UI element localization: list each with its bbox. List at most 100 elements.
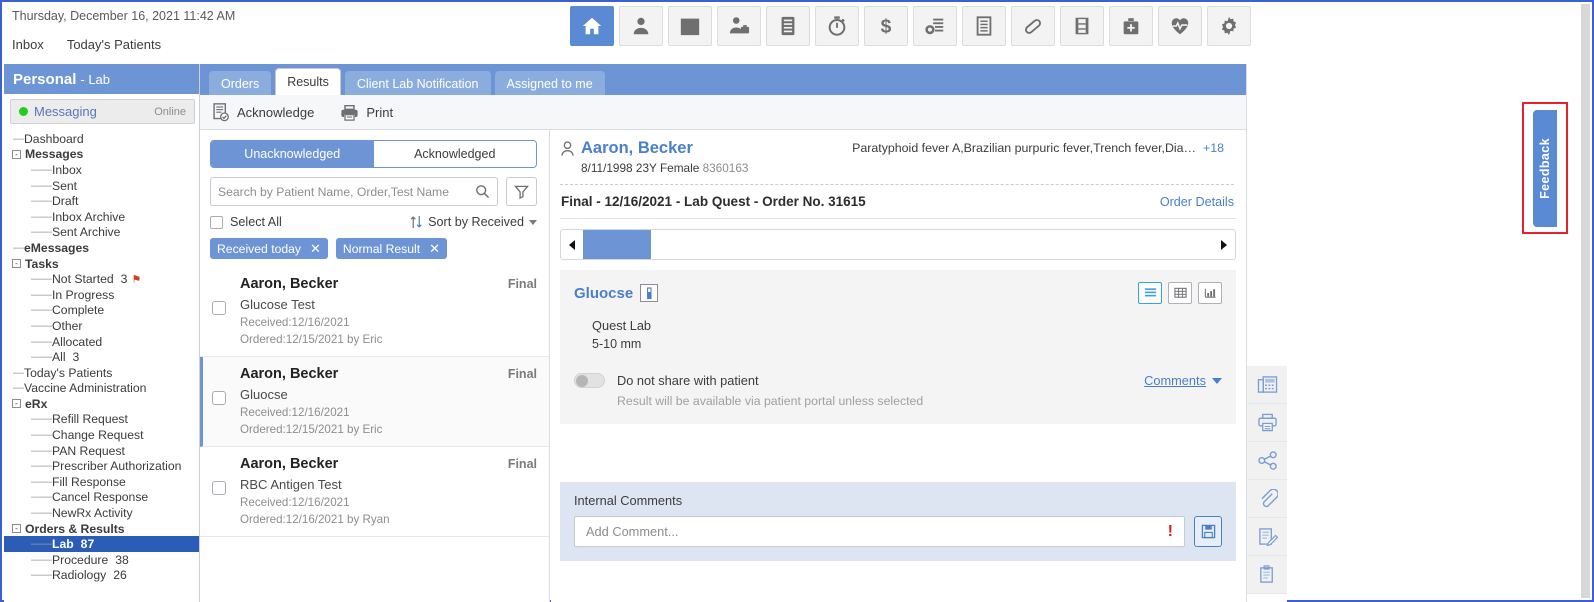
result-test-name[interactable]: Gluocse	[574, 285, 633, 302]
home-icon[interactable]	[570, 6, 614, 46]
share-icon[interactable]	[1247, 442, 1287, 480]
nav-link-inbox[interactable]: Inbox	[12, 37, 44, 52]
sidebar-item-sent[interactable]: —— Sent	[4, 178, 199, 194]
page-scrollbar[interactable]	[1581, 4, 1590, 598]
tab-results[interactable]: Results	[275, 68, 341, 95]
sidebar-item-erx[interactable]: - eRx	[4, 396, 199, 412]
list-view-icon[interactable]	[1138, 282, 1162, 304]
sort-by-control[interactable]: Sort by Received	[410, 215, 537, 229]
graph-view-icon[interactable]	[1198, 282, 1222, 304]
pill-icon[interactable]	[1011, 6, 1055, 46]
filter-chip[interactable]: Normal Result ✕	[335, 238, 448, 259]
tree-collapse-icon[interactable]: -	[12, 399, 21, 409]
tree-collapse-icon[interactable]: -	[12, 258, 21, 268]
fax-icon[interactable]	[1247, 366, 1287, 404]
filter-chip[interactable]: Received today ✕	[210, 238, 328, 259]
provider-icon[interactable]	[717, 6, 761, 46]
sidebar-item-lab[interactable]: —— Lab 87	[4, 536, 199, 553]
save-comment-button[interactable]	[1194, 516, 1222, 547]
close-icon[interactable]: ✕	[310, 242, 321, 255]
filter-button[interactable]	[506, 177, 537, 206]
vitals-icon[interactable]	[1158, 6, 1202, 46]
search-box[interactable]	[210, 177, 498, 206]
sidebar-item-procedure[interactable]: —— Procedure 38	[4, 552, 199, 568]
sidebar-item-orders-results[interactable]: - Orders & Results	[4, 521, 199, 537]
messaging-status-bar[interactable]: Messaging Online	[10, 99, 195, 124]
sidebar-item-newrx-activity[interactable]: —— NewRx Activity	[4, 505, 199, 521]
patient-name[interactable]: Aaron, Becker	[581, 139, 749, 158]
timer-icon[interactable]	[815, 6, 859, 46]
document-icon[interactable]	[962, 6, 1006, 46]
sidebar-item-inbox[interactable]: —— Inbox	[4, 162, 199, 178]
patient-icon[interactable]	[619, 6, 663, 46]
sidebar-item-complete[interactable]: —— Complete	[4, 303, 199, 319]
result-list-item[interactable]: Aaron, Becker Final Gluocse Received:12/16/…	[200, 357, 549, 447]
order-details-link[interactable]: Order Details	[1160, 195, 1234, 209]
comments-dropdown[interactable]: Comments	[1144, 373, 1222, 388]
diagnoses-more-count[interactable]: +18	[1203, 141, 1224, 155]
sidebar-item-change-request[interactable]: —— Change Request	[4, 427, 199, 443]
comment-input[interactable]	[586, 524, 1168, 539]
sidebar-item-allocated[interactable]: —— Allocated	[4, 334, 199, 350]
tab-client-lab-notification[interactable]: Client Lab Notification	[344, 71, 491, 95]
sidebar-item-not-started[interactable]: —— Not Started 3 ⚑	[4, 271, 199, 287]
dollar-icon[interactable]: $	[864, 6, 908, 46]
select-all-control[interactable]: Select All	[210, 215, 282, 229]
sidebar-item-other[interactable]: —— Other	[4, 318, 199, 334]
do-not-share-toggle[interactable]	[574, 373, 605, 388]
result-flag-icon[interactable]	[640, 284, 659, 302]
calendar-icon[interactable]	[668, 6, 712, 46]
result-list-item[interactable]: Aaron, Becker Final Glucose Test Received:1…	[200, 267, 549, 357]
sidebar-item-messages[interactable]: - Messages	[4, 147, 199, 163]
result-list-item[interactable]: Aaron, Becker Final RBC Antigen Test Receiv…	[200, 447, 549, 537]
result-item-checkbox[interactable]	[212, 481, 226, 495]
medkit-icon[interactable]	[1109, 6, 1153, 46]
tab-assigned-to-me[interactable]: Assigned to me	[494, 71, 605, 95]
tree-collapse-icon[interactable]: -	[12, 149, 21, 159]
print-button[interactable]: Print	[340, 103, 393, 121]
sidebar-item-tasks[interactable]: - Tasks	[4, 256, 199, 272]
acknowledge-button[interactable]: Acknowledge	[212, 102, 314, 122]
sidebar-item-today-s-patients[interactable]: — Today's Patients	[4, 365, 199, 381]
pager-current-segment[interactable]	[583, 230, 651, 259]
settings-icon[interactable]	[1207, 6, 1251, 46]
sidebar-item-radiology[interactable]: —— Radiology 26	[4, 568, 199, 584]
billing-icon[interactable]	[913, 6, 957, 46]
sidebar-item-pan-request[interactable]: —— PAN Request	[4, 443, 199, 459]
sidebar-item-cancel-response[interactable]: —— Cancel Response	[4, 490, 199, 506]
sidebar-item-prescriber-authorization[interactable]: —— Prescriber Authorization	[4, 458, 199, 474]
select-all-checkbox[interactable]	[210, 215, 223, 229]
sidebar-item-vaccine-administration[interactable]: — Vaccine Administration	[4, 381, 199, 397]
print-icon[interactable]	[1247, 404, 1287, 442]
pager-track[interactable]	[583, 230, 1213, 259]
feedback-tab[interactable]: Feedback	[1533, 110, 1557, 227]
tree-collapse-icon[interactable]: -	[12, 523, 21, 533]
result-item-patient-name: Aaron, Becker	[240, 456, 339, 472]
film-icon[interactable]	[1060, 6, 1104, 46]
comment-input-wrapper[interactable]: !	[574, 516, 1185, 547]
attachment-icon[interactable]	[1247, 480, 1287, 518]
sidebar-item-inbox-archive[interactable]: —— Inbox Archive	[4, 209, 199, 225]
table-view-icon[interactable]	[1168, 282, 1192, 304]
sidebar-item-refill-request[interactable]: —— Refill Request	[4, 412, 199, 428]
pager-previous-button[interactable]	[561, 239, 583, 251]
tab-orders[interactable]: Orders	[209, 71, 272, 95]
clipboard-icon[interactable]	[1247, 556, 1287, 594]
sidebar-item-dashboard[interactable]: — Dashboard	[4, 131, 199, 147]
sidebar-item-emessages[interactable]: — eMessages	[4, 240, 199, 256]
edit-note-icon[interactable]	[1247, 518, 1287, 556]
chart-file-icon[interactable]	[766, 6, 810, 46]
segment-acknowledged[interactable]: Acknowledged	[373, 141, 536, 167]
nav-link-todays-patients[interactable]: Today's Patients	[67, 37, 161, 52]
search-input[interactable]	[218, 184, 475, 199]
segment-unacknowledged[interactable]: Unacknowledged	[211, 141, 374, 167]
sidebar-item-sent-archive[interactable]: —— Sent Archive	[4, 225, 199, 241]
sidebar-item-in-progress[interactable]: —— In Progress	[4, 287, 199, 303]
result-item-checkbox[interactable]	[212, 391, 226, 405]
sidebar-item-all[interactable]: —— All 3	[4, 349, 199, 365]
sidebar-item-draft[interactable]: —— Draft	[4, 193, 199, 209]
close-icon[interactable]: ✕	[429, 242, 440, 255]
pager-next-button[interactable]	[1213, 239, 1235, 251]
result-item-checkbox[interactable]	[212, 301, 226, 315]
sidebar-item-fill-response[interactable]: —— Fill Response	[4, 474, 199, 490]
